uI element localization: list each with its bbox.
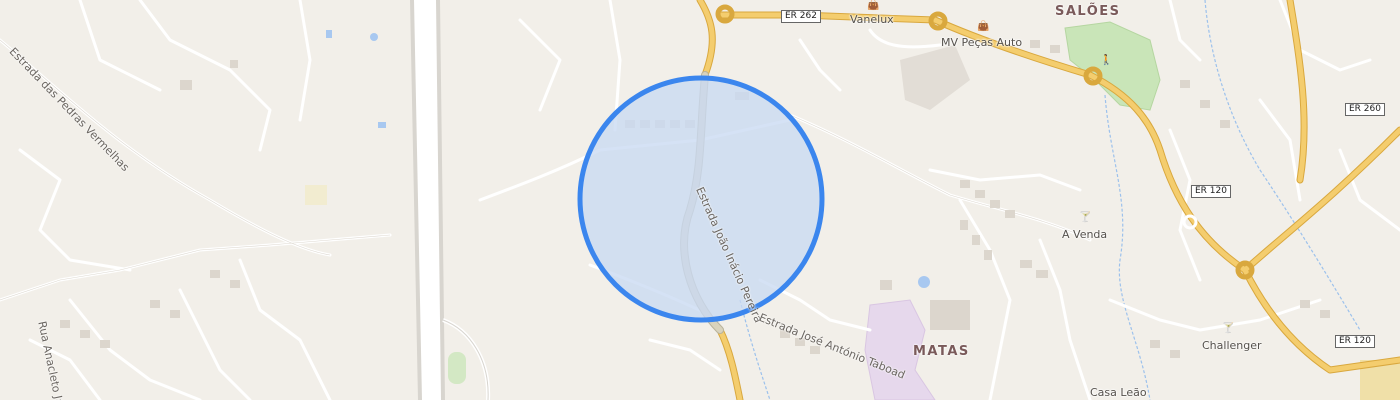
shopping-bag-icon[interactable]: 👜 [977,22,989,32]
poi-label-casa-leao[interactable]: Casa Leão [1090,386,1147,399]
water-pond [918,276,930,288]
cocktail-glass-icon[interactable]: 🍸 [1079,213,1091,223]
place-label-matas[interactable]: MATAS [913,344,970,359]
shopping-bag-icon[interactable]: 👜 [867,1,879,11]
stream [1104,94,1151,400]
stream [1204,0,1361,331]
hiking-icon: 🚶 [1100,55,1113,66]
green-patch [448,352,466,384]
route-shield-er260: ER 260 [1345,103,1385,116]
poi-label-mv-pecas-auto[interactable]: MV Peças Auto [941,36,1022,49]
route-shield-er120: ER 120 [1335,335,1375,348]
poi-label-challenger[interactable]: Challenger [1202,339,1262,352]
place-label-saloes[interactable]: SALÕES [1055,4,1121,19]
cocktail-glass-icon[interactable]: 🍸 [1222,324,1234,334]
poi-label-vanelux[interactable]: Vanelux [850,13,894,26]
route-shield-er120: ER 120 [1191,185,1231,198]
water-pond [378,122,386,128]
yellow-lot [305,185,327,205]
map-canvas[interactable]: SALÕES MATAS 👜 👜 🚶 🍸 🍸 Vanelux MV Peças … [0,0,1400,400]
water-pond [370,33,378,41]
water-pond [326,30,332,38]
poi-label-a-venda[interactable]: A Venda [1062,228,1107,241]
route-shield-er262: ER 262 [781,10,821,23]
commercial-building [900,45,970,110]
park-area [1064,21,1161,111]
